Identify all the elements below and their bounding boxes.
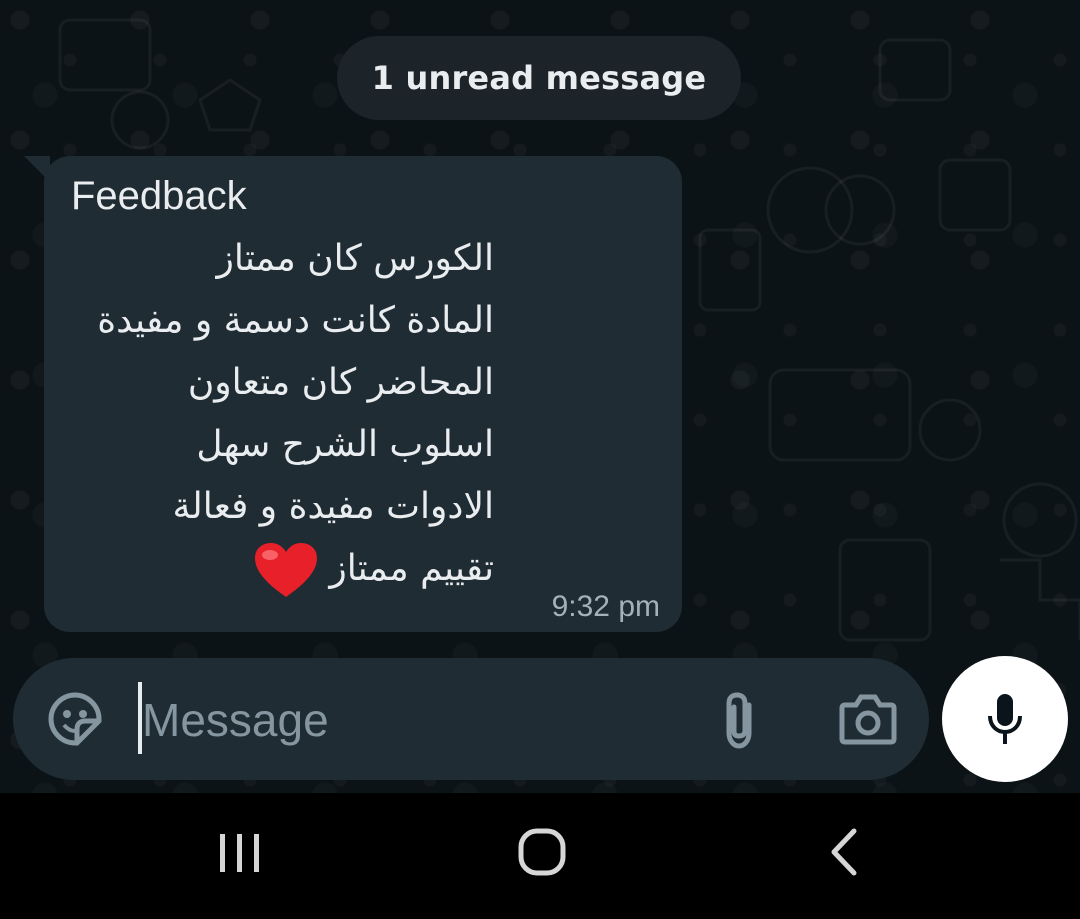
home-icon[interactable] bbox=[518, 828, 566, 876]
message-line: المحاضر كان متعاون bbox=[187, 362, 494, 403]
unread-messages-banner: 1 unread message bbox=[337, 36, 741, 120]
heart-icon bbox=[255, 543, 318, 597]
message-title: Feedback bbox=[71, 174, 247, 218]
camera-icon[interactable] bbox=[839, 693, 897, 745]
message-text: الكورس كان ممتاز المادة كانت دسمة و مفيد… bbox=[68, 228, 494, 600]
message-line: اسلوب الشرح سهل bbox=[196, 424, 494, 465]
message-line: الكورس كان ممتاز bbox=[216, 238, 494, 279]
voice-record-button[interactable] bbox=[942, 656, 1068, 782]
message-bubble[interactable]: Feedback الكورس كان ممتاز المادة كانت دس… bbox=[44, 156, 682, 632]
message-input[interactable] bbox=[140, 680, 664, 760]
recents-icon[interactable] bbox=[218, 834, 262, 872]
paperclip-icon[interactable] bbox=[715, 691, 765, 751]
message-timestamp: 9:32 pm bbox=[551, 590, 660, 623]
message-last-line: تقييم ممتاز bbox=[68, 538, 494, 600]
message-composer bbox=[13, 658, 929, 780]
message-line: المادة كانت دسمة و مفيدة bbox=[97, 300, 494, 341]
system-navigation-bar bbox=[0, 793, 1080, 919]
microphone-icon bbox=[988, 694, 1022, 744]
sticker-icon[interactable] bbox=[47, 691, 103, 747]
back-icon[interactable] bbox=[826, 827, 860, 877]
message-line: الادوات مفيدة و فعالة bbox=[172, 486, 495, 527]
message-line: تقييم ممتاز bbox=[329, 548, 494, 589]
